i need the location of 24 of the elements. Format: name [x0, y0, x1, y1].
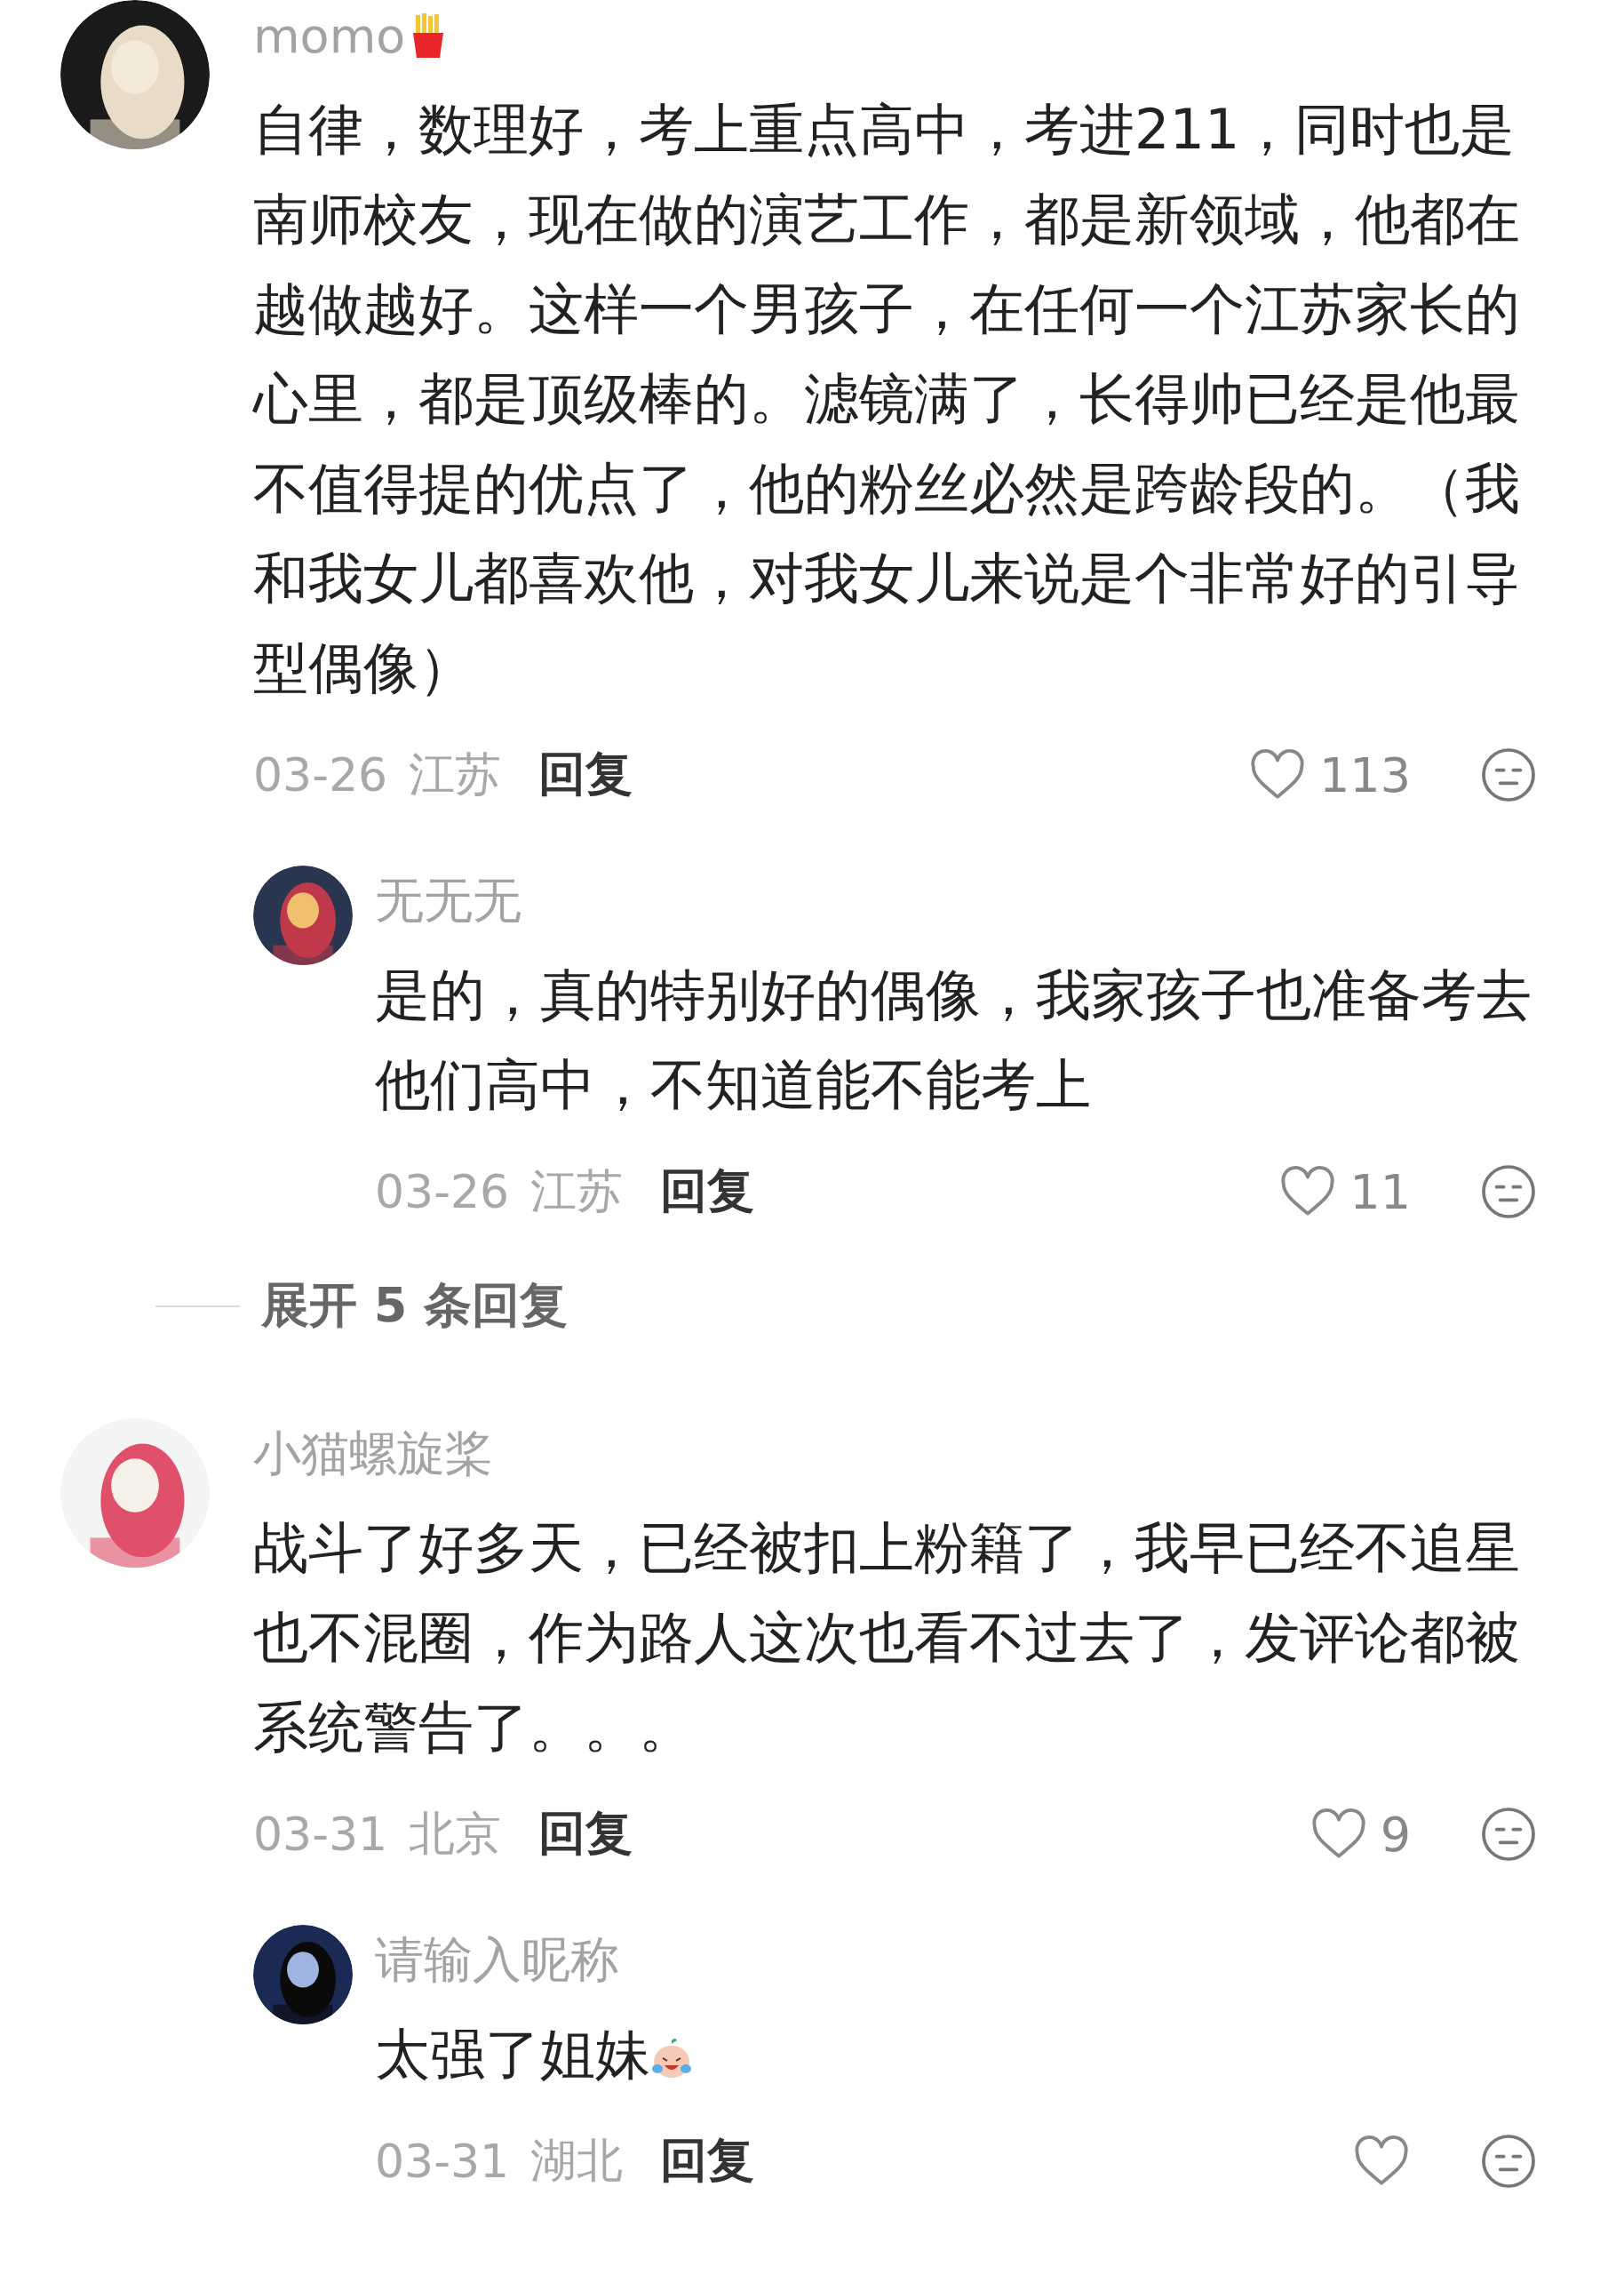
like-count: 113 — [1318, 746, 1411, 803]
comment-text: 自律，数理好，考上重点高中，考进211，同时也是南师校友，现在做的演艺工作，都是新领域，他都在越做越好。这样一个男孩子，在任何一个江苏家长的心里，都是顶级棒的。滤镜满了，长得帅已经是他最不值得提的优点了，他的粉丝必然是跨龄段的。（我和我女儿都喜欢他，对我女儿来说是个非常好的引导型偶像） — [253, 97, 1520, 700]
comment-region: 北京 — [409, 1806, 502, 1862]
emoji-face-icon[interactable] — [1480, 2133, 1537, 2190]
expand-replies-link[interactable]: 展开 5 条回复 — [261, 1273, 569, 1338]
reply-link[interactable]: 回复 — [660, 1160, 755, 1224]
like-count: 9 — [1380, 1806, 1411, 1863]
reply-link[interactable]: 回复 — [660, 2129, 755, 2193]
emoji-face-icon[interactable] — [1480, 1806, 1537, 1863]
comment-text: 战斗了好多天，已经被扣上粉籍了，我早已经不追星也不混圈，作为路人这次也看不过去了，发评论都被系统警告了。。。 — [253, 1515, 1520, 1760]
comment-region: 江苏 — [530, 1163, 624, 1219]
emoji-face-icon[interactable] — [1480, 746, 1537, 803]
reply-link[interactable]: 回复 — [538, 1802, 633, 1866]
comment-text: 是的，真的特别好的偶像，我家孩子也准备考去他们高中，不知道能不能考上 — [375, 962, 1532, 1117]
comment-region: 湖北 — [530, 2133, 624, 2189]
comment-date: 03-31 — [375, 2135, 510, 2188]
emoji-face-icon[interactable] — [1480, 1163, 1537, 1220]
comment-region: 江苏 — [409, 746, 502, 802]
like-count: 11 — [1349, 1163, 1411, 1220]
comment-date: 03-31 — [253, 1808, 388, 1861]
reply-link[interactable]: 回复 — [538, 743, 633, 807]
comment-date: 03-26 — [253, 748, 388, 802]
comment-date: 03-26 — [375, 1165, 510, 1218]
comment-text: 太强了姐妹 — [375, 2022, 650, 2087]
